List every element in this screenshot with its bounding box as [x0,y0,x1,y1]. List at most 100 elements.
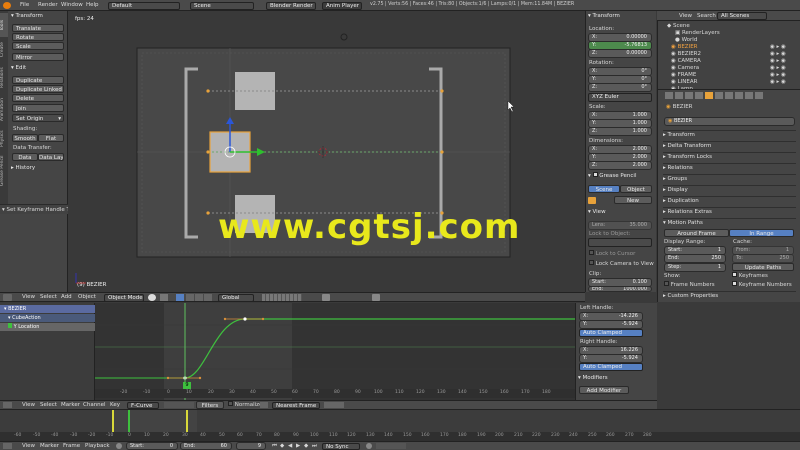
world-tab-icon[interactable] [695,92,703,99]
next-keyframe-icon[interactable]: ◆ [304,442,308,450]
sync-mode-selector[interactable]: No Sync [322,443,360,450]
panel-motion-paths[interactable]: ▾ Motion Paths [663,218,796,227]
tab-relations[interactable]: Relations [0,63,8,93]
right-handle-type[interactable]: Auto Clamped [579,363,643,371]
current-frame-field[interactable]: 9 [236,442,266,450]
grease-pencil-header[interactable]: ▾ Grease Pencil [588,172,637,181]
blender-logo-icon[interactable] [3,2,11,9]
translate-button[interactable]: Translate [12,24,64,32]
rotate-manipulator-icon[interactable] [195,294,203,301]
transform-panel-header[interactable]: ▾ Transform [11,12,43,21]
operator-panel[interactable]: ▾ Set Keyframe Handle Ty [0,204,72,214]
delete-button[interactable]: Delete [12,94,64,102]
cache-to-field[interactable]: To: 250 [732,254,794,263]
end-frame-field[interactable]: End: 60 [180,442,232,450]
render-icon[interactable] [372,294,380,301]
menu-window[interactable]: Window [61,1,83,9]
left-handle-type[interactable]: Auto Clamped [579,329,643,337]
viewport-menu-select[interactable]: Select [40,293,57,301]
graph-menu-marker[interactable]: Marker [61,401,80,409]
pivot-icon[interactable] [324,402,344,408]
graph-menu-channel[interactable]: Channel [83,401,106,409]
rotation-z-field[interactable]: Z: 0° [588,83,652,92]
panel-relations-extras[interactable]: ▸ Relations Extras [663,207,796,216]
anim-player-button[interactable]: Anim Player [322,2,362,10]
start-frame-field[interactable]: Start: 0 [126,442,178,450]
mode-selector[interactable]: Object Mode [104,294,144,302]
timeline-menu-marker[interactable]: Marker [40,442,59,450]
object-name-field[interactable]: ◉ BEZIER [664,117,795,126]
render-engine-selector[interactable]: Blender Render [266,2,316,10]
panel-display[interactable]: ▸ Display [663,185,796,194]
lock-camera-toggle[interactable]: Lock Camera to View [589,260,654,268]
frame-numbers-toggle[interactable]: Frame Numbers [664,281,715,289]
rotation-mode-selector[interactable]: XYZ Euler [588,93,652,102]
editor-type-icon[interactable] [3,402,12,408]
modifiers-panel-header[interactable]: ▾ Modifiers [578,374,608,383]
constraints-tab-icon[interactable] [715,92,723,99]
left-handle-y-field[interactable]: Y: -5.924 [579,320,643,329]
tab-create[interactable]: Create [0,39,8,61]
filter-icon[interactable] [164,402,194,408]
smooth-button[interactable]: Smooth [12,134,38,142]
panel-delta-transform[interactable]: ▸ Delta Transform [663,141,796,150]
location-z-field[interactable]: Z: 0.00000 [588,49,652,58]
physics-tab-icon[interactable] [755,92,763,99]
channel-y-location[interactable]: Y Location [0,323,95,331]
mp-step-field[interactable]: Step: 1 [664,263,726,272]
timeline-menu-frame[interactable]: Frame [63,442,80,450]
panel-transform[interactable]: ▸ Transform [663,130,796,139]
menu-help[interactable]: Help [86,1,99,9]
snap-mode-selector[interactable]: Nearest Frame [272,402,320,409]
translate-manipulator-icon[interactable] [186,294,194,301]
panel-relations[interactable]: ▸ Relations [663,163,796,172]
auto-keying-icon[interactable] [366,443,372,449]
graph-menu-view[interactable]: View [22,401,35,409]
filters-button[interactable]: Filters [196,401,224,409]
editor-type-icon[interactable] [3,443,12,449]
snap-icon[interactable] [322,294,330,301]
duplicate-linked-button[interactable]: Duplicate Linked [12,85,64,93]
tab-physics[interactable]: Physics [0,127,8,151]
viewport-menu-add[interactable]: Add [61,293,72,301]
scale-button[interactable]: Scale [12,42,64,50]
layers-tab-icon[interactable] [675,92,683,99]
gp-new-button[interactable]: New [614,196,652,204]
gp-scene-button[interactable]: Scene [588,185,620,193]
channel-bezier[interactable]: ▾ BEZIER [0,305,95,313]
lens-field[interactable]: Lens: 35.000 [588,221,652,230]
timeline-menu-view[interactable]: View [22,442,35,450]
set-origin-dropdown[interactable]: Set Origin ▾ [12,114,64,122]
normalize-toggle[interactable]: Normalize [228,401,262,409]
edit-panel-header[interactable]: ▾ Edit [11,64,26,73]
panel-custom-properties[interactable]: ▸ Custom Properties [663,291,796,300]
timeline-menu-playback[interactable]: Playback [85,442,110,450]
scene-tab-icon[interactable] [685,92,693,99]
data-tab-icon[interactable] [735,92,743,99]
material-tab-icon[interactable] [745,92,753,99]
data-layout-button[interactable]: Data Layo [38,153,64,161]
keying-set-icon[interactable] [376,443,406,449]
tab-grease-pencil[interactable]: Grease Pencil [0,153,8,189]
menu-file[interactable]: File [20,1,29,9]
tab-tools[interactable]: Tools [0,13,8,37]
play-reverse-icon[interactable]: ◀ [288,442,292,450]
keyframes-toggle[interactable]: Keyframes [732,272,768,280]
lock-to-cursor-checkbox[interactable] [589,250,594,255]
visibility-eye-icon[interactable]: ◉ ▸ ◉ [770,78,786,86]
lock-to-cursor-toggle[interactable]: Lock to Cursor [589,250,635,258]
jump-to-end-icon[interactable]: ⏭ [312,442,317,450]
channel-action[interactable]: ▾ CubeAction [0,314,95,322]
scene-selector[interactable]: Scene [190,2,254,10]
mp-end-field[interactable]: End: 250 [664,254,726,263]
scale-manipulator-icon[interactable] [204,294,212,301]
normalize-checkbox[interactable] [228,401,233,406]
dimension-z-field[interactable]: Z: 2.000 [588,161,652,170]
grease-pencil-checkbox[interactable] [592,172,598,177]
editor-type-icon[interactable] [3,294,12,301]
graph-menu-key[interactable]: Key [110,401,120,409]
graph-mode-selector[interactable]: F-Curve [127,402,159,409]
layers-grid-icon[interactable] [262,294,302,301]
join-button[interactable]: Join [12,104,64,112]
keyframe-numbers-toggle[interactable]: Keyframe Numbers [732,281,792,289]
